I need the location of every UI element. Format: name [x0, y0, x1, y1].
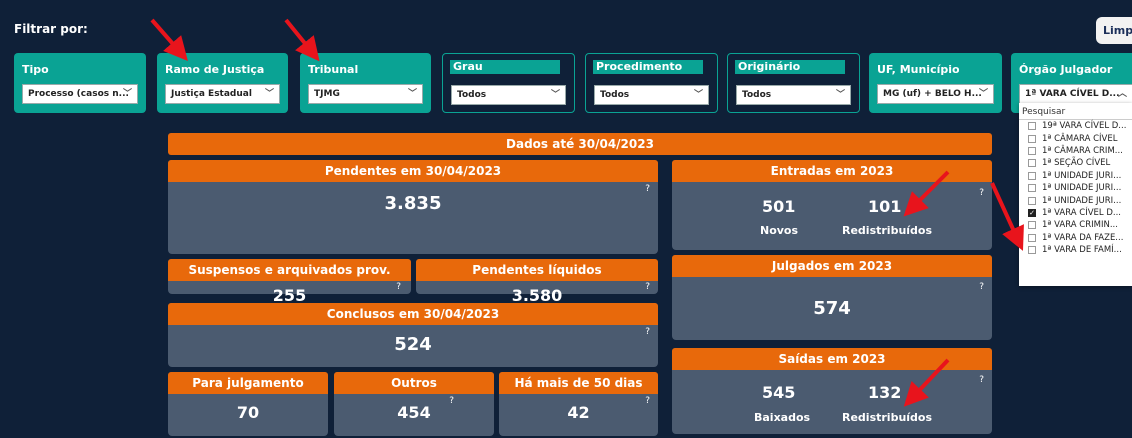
red-arrow-icon [903, 358, 950, 407]
red-arrow-icon [150, 18, 188, 62]
annotation-arrows [150, 18, 1024, 407]
red-arrow-icon [284, 18, 320, 62]
red-arrow-icon [990, 182, 1024, 251]
red-arrow-icon [903, 170, 950, 217]
